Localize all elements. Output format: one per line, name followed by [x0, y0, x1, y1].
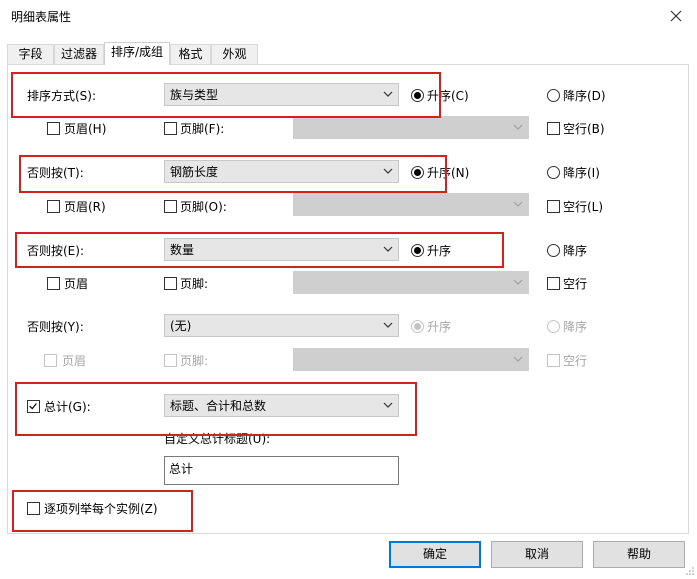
then-by-3-blank-line-checkbox: [547, 354, 560, 367]
chevron-down-icon: [513, 356, 523, 362]
tab-sorting-grouping[interactable]: 排序/成组: [104, 42, 170, 65]
then-by-1-blank-line-checkbox[interactable]: [547, 200, 560, 213]
annotation-box-then-by-1: [19, 155, 447, 193]
help-button[interactable]: 帮助: [593, 541, 685, 568]
then-by-2-footer-combo: [293, 271, 529, 294]
then-by-3-combo[interactable]: (无): [164, 314, 399, 337]
then-by-3-ascending-label: 升序: [427, 320, 452, 334]
cancel-button[interactable]: 取消: [491, 541, 583, 568]
then-by-2-descending-radio[interactable]: [547, 244, 560, 257]
close-icon[interactable]: [667, 7, 685, 25]
tab-filter[interactable]: 过滤器: [54, 44, 104, 64]
sort-by-blank-line-checkbox[interactable]: [547, 122, 560, 135]
custom-total-title-value: 总计: [169, 462, 194, 476]
sort-by-header-checkbox[interactable]: [47, 122, 60, 135]
then-by-1-descending-radio[interactable]: [547, 166, 560, 179]
then-by-3-descending-label: 降序: [563, 320, 588, 334]
then-by-1-header-label: 页眉(R): [64, 200, 106, 214]
then-by-2-blank-line-label: 空行: [563, 277, 588, 291]
chevron-down-icon: [513, 124, 523, 130]
chevron-down-icon: [383, 322, 393, 328]
chevron-down-icon: [513, 279, 523, 285]
then-by-3-value: (无): [170, 319, 192, 333]
sort-by-descending-radio[interactable]: [547, 89, 560, 102]
then-by-3-label: 否则按(Y):: [27, 320, 84, 334]
then-by-1-footer-label: 页脚(O):: [180, 200, 227, 214]
ok-button[interactable]: 确定: [389, 541, 481, 568]
then-by-1-header-checkbox[interactable]: [47, 200, 60, 213]
sort-by-footer-checkbox[interactable]: [164, 122, 177, 135]
then-by-3-footer-combo: [293, 348, 529, 371]
sort-by-blank-line-label: 空行(B): [563, 122, 605, 136]
tab-fields[interactable]: 字段: [7, 44, 54, 64]
then-by-3-blank-line-label: 空行: [563, 354, 588, 368]
annotation-box-grand-totals: [15, 382, 417, 436]
then-by-1-descending-label: 降序(I): [563, 166, 600, 180]
then-by-2-descending-label: 降序: [563, 244, 588, 258]
annotation-box-itemize: [12, 490, 193, 532]
chevron-down-icon: [513, 201, 523, 207]
then-by-3-footer-checkbox: [164, 354, 177, 367]
sort-by-descending-label: 降序(D): [563, 89, 606, 103]
sort-by-footer-combo: [293, 116, 529, 139]
then-by-3-descending-radio: [547, 320, 560, 333]
then-by-2-header-label: 页眉: [64, 277, 89, 291]
then-by-3-ascending-radio: [411, 320, 424, 333]
custom-total-title-input[interactable]: 总计: [164, 456, 399, 485]
tab-formatting[interactable]: 格式: [170, 44, 211, 64]
tab-strip: 字段 过滤器 排序/成组 格式 外观: [0, 42, 697, 65]
then-by-2-footer-checkbox[interactable]: [164, 277, 177, 290]
window-title: 明细表属性: [11, 10, 72, 24]
then-by-3-header-label: 页眉: [62, 354, 87, 368]
then-by-2-header-checkbox[interactable]: [47, 277, 60, 290]
sort-by-header-label: 页眉(H): [64, 122, 107, 136]
then-by-2-footer-label: 页脚:: [180, 277, 209, 291]
resize-grip-icon[interactable]: [685, 566, 695, 576]
then-by-3-header-checkbox: [44, 354, 57, 367]
annotation-box-sort-by: [11, 72, 441, 118]
then-by-1-blank-line-label: 空行(L): [563, 200, 604, 214]
then-by-3-footer-label: 页脚:: [180, 354, 209, 368]
then-by-1-footer-checkbox[interactable]: [164, 200, 177, 213]
tab-appearance[interactable]: 外观: [211, 44, 258, 64]
sort-by-footer-label: 页脚(F):: [180, 122, 225, 136]
annotation-box-then-by-2: [15, 232, 504, 268]
then-by-1-footer-combo: [293, 193, 529, 216]
then-by-2-blank-line-checkbox[interactable]: [547, 277, 560, 290]
